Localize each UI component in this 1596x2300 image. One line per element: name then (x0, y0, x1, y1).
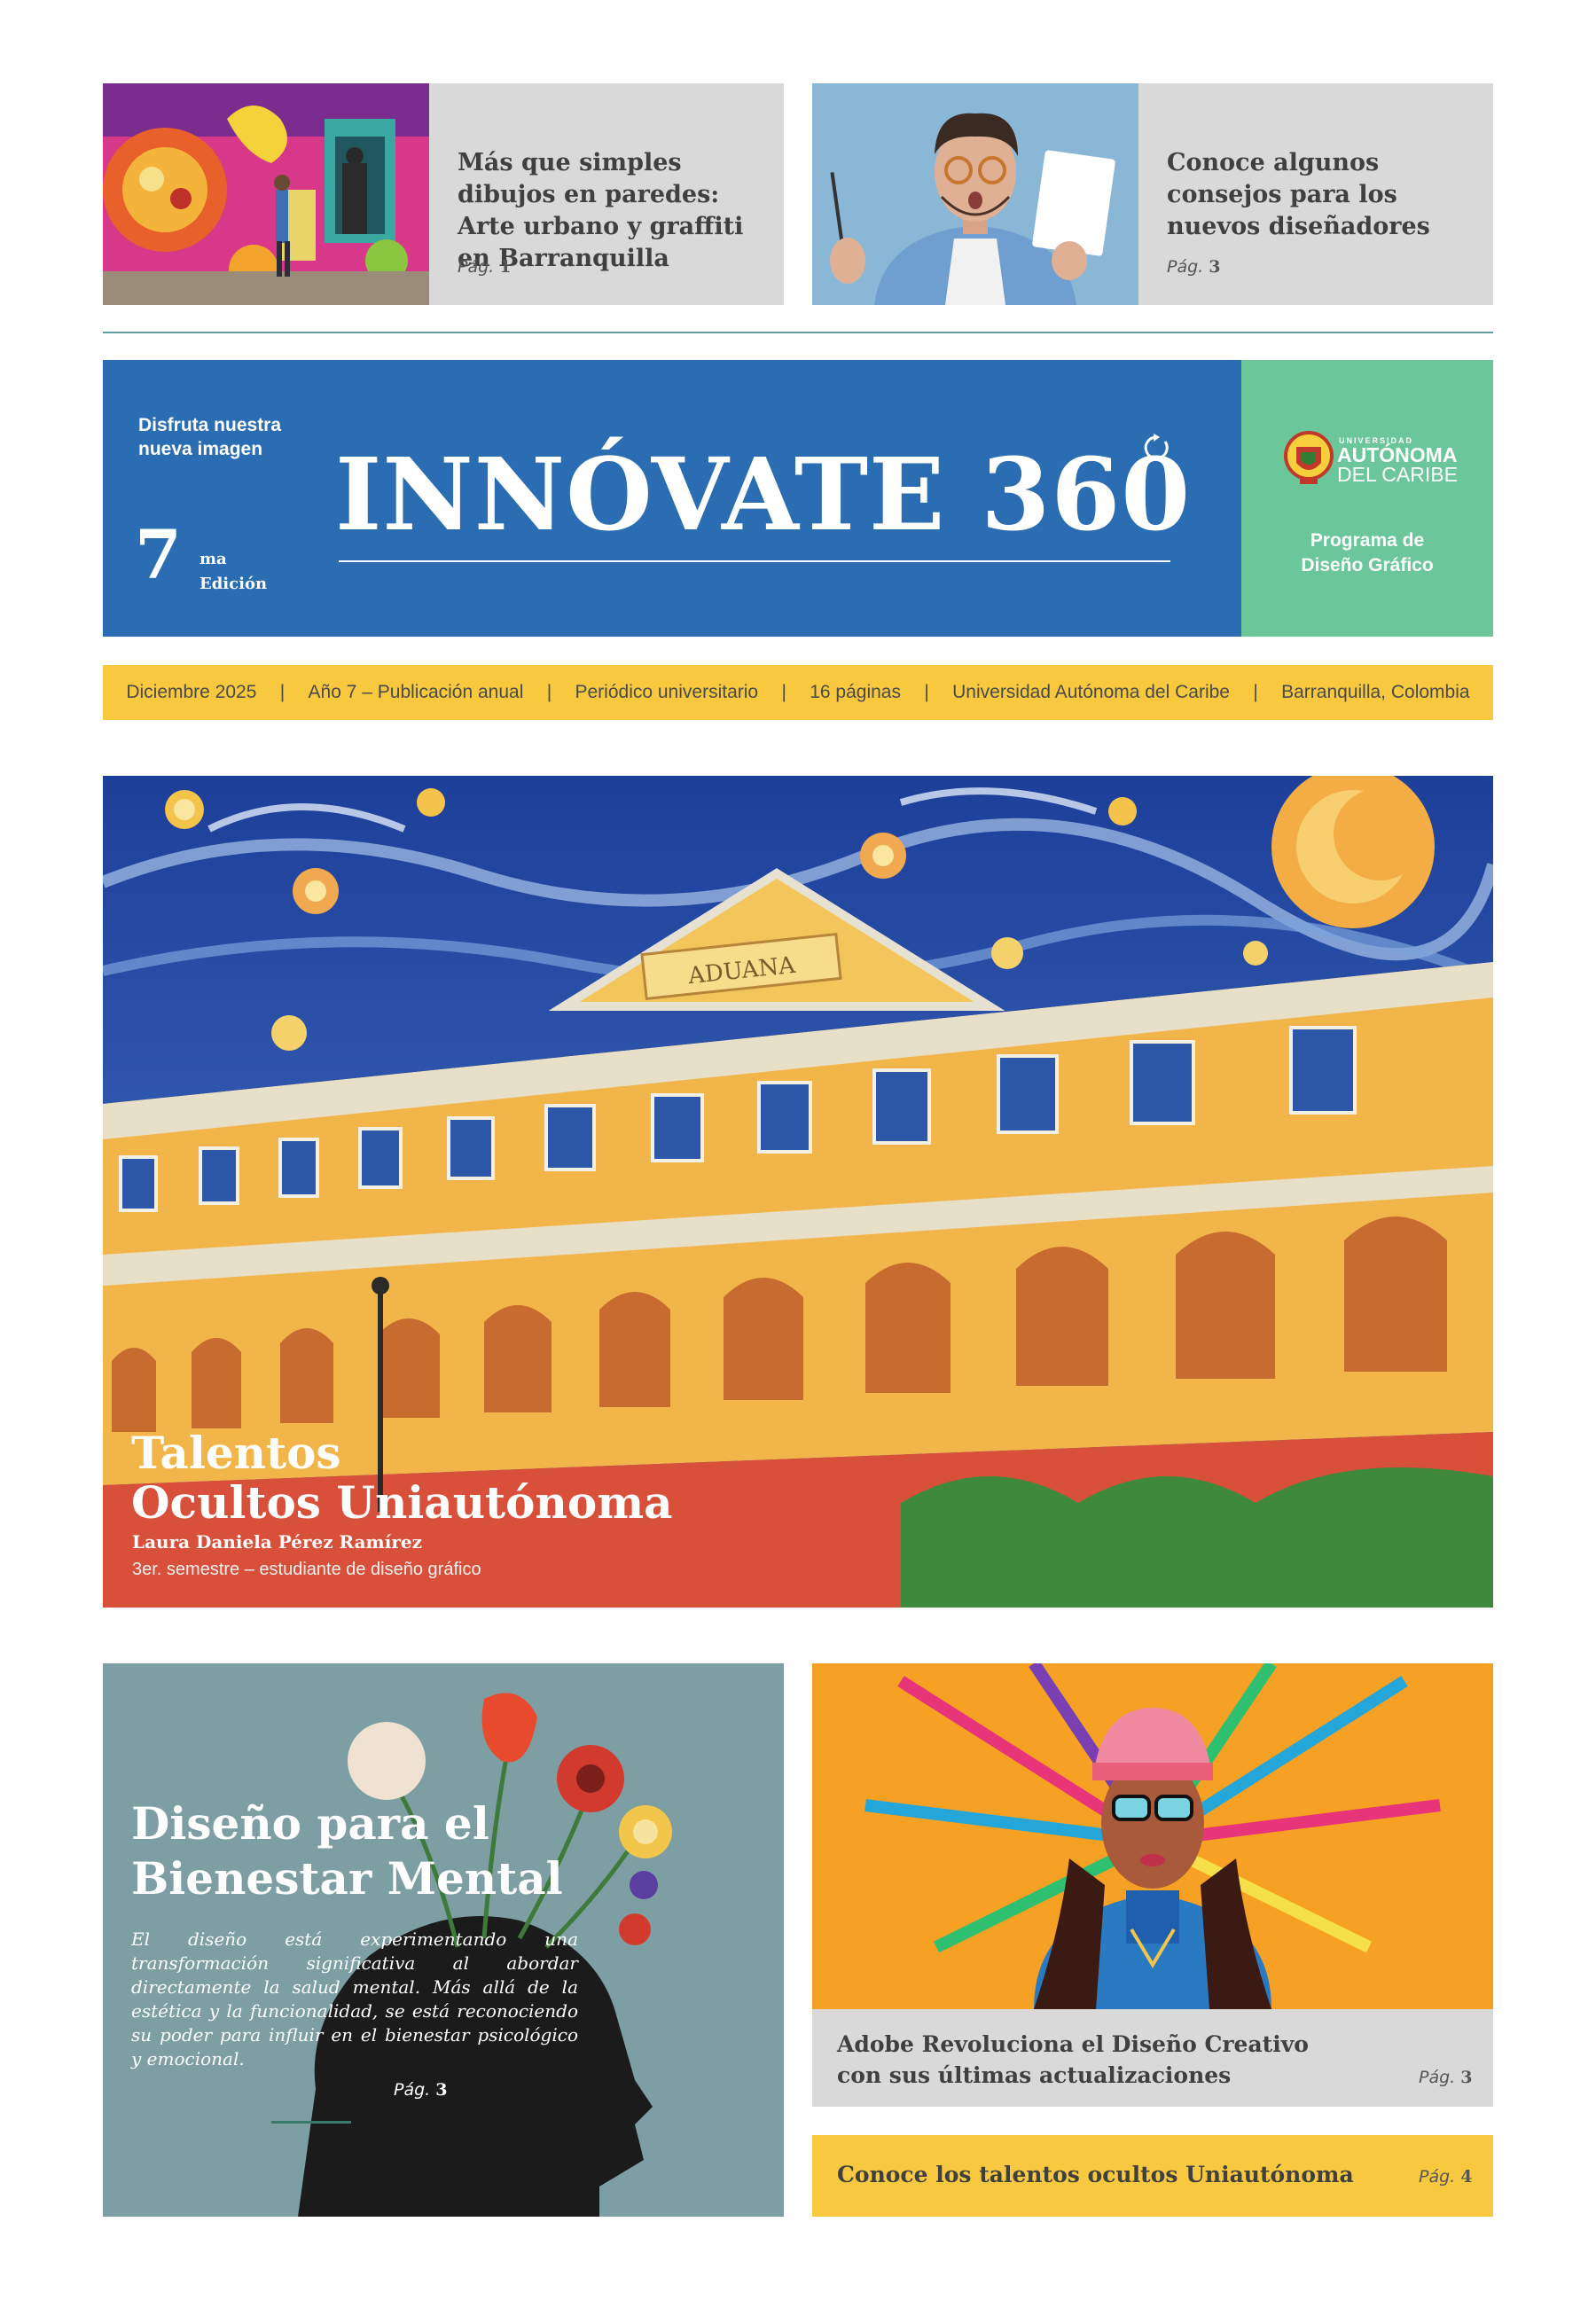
info-year: Año 7 – Publicación anual (308, 682, 524, 702)
urban-art-photo (103, 83, 429, 305)
hero-feature[interactable]: ADUANA Talentos Ocultos Uniautónoma Laur… (103, 776, 1493, 1608)
info-separator: | (546, 682, 552, 702)
program-name: Programa de Diseño Gráfico (1301, 530, 1434, 575)
article-card-mental-wellbeing[interactable]: Diseño para el Bienestar Mental El diseñ… (103, 1663, 784, 2217)
talents-title: Conoce los talentos ocultos Uniautónoma (837, 2162, 1354, 2187)
teaser-page-ref: Pág. 1 (458, 257, 512, 277)
teaser-page-ref: Pág. 3 (1167, 257, 1221, 277)
talents-page-ref: Pág. 4 (1419, 2167, 1473, 2187)
masthead-title: INNÓVATE 360 (335, 437, 1192, 553)
edition-label: Edición (200, 575, 268, 593)
wellbeing-page-ref: Pág. 3 (394, 2080, 448, 2100)
teaser-title: Conoce algunos consejos para los nuevos … (1167, 149, 1430, 240)
adobe-page-ref: Pág. 3 (1419, 2068, 1473, 2087)
publication-info-bar: Diciembre 2025 | Año 7 – Publicación anu… (103, 665, 1493, 720)
info-separator: | (924, 682, 929, 702)
edition-number: 7 (135, 515, 182, 594)
hero-author: Laura Daniela Pérez Ramírez (132, 1531, 422, 1553)
designer-photo (812, 83, 1138, 305)
article-card-adobe[interactable]: Adobe Revoluciona el Diseño Creativo con… (812, 2009, 1493, 2107)
hero-title: Talentos Ocultos Uniautónoma (131, 1427, 673, 1529)
masthead: Disfruta nuestra nueva imagen 7 ma Edici… (103, 360, 1241, 637)
teaser-card-urban-art[interactable]: Más que simples dibujos en paredes: Arte… (103, 83, 784, 305)
edition-suffix: ma (200, 550, 227, 568)
info-separator: | (781, 682, 786, 702)
title-underline (339, 560, 1170, 562)
info-separator: | (279, 682, 286, 702)
university-panel: UNIVERSIDAD AUTÓNOMA DEL CARIBE Programa… (1241, 360, 1493, 637)
info-university: Universidad Autónoma del Caribe (952, 682, 1230, 702)
article-card-talents[interactable]: Conoce los talentos ocultos Uniautónoma … (812, 2135, 1493, 2217)
hero-author-role: 3er. semestre – estudiante de diseño grá… (132, 1560, 481, 1579)
wellbeing-summary: El diseño está experimentando una transf… (131, 1928, 578, 2069)
university-crest-icon (1284, 429, 1334, 491)
teaser-card-designer-tips[interactable]: Conoce algunos consejos para los nuevos … (812, 83, 1493, 305)
info-type: Periódico universitario (575, 682, 759, 702)
refresh-icon (1140, 433, 1170, 466)
info-date: Diciembre 2025 (126, 682, 257, 702)
info-separator: | (1253, 682, 1258, 702)
adobe-title: Adobe Revoluciona el Diseño Creativo con… (837, 2031, 1309, 2088)
section-divider (103, 332, 1493, 333)
adobe-illustration (812, 1663, 1493, 2009)
teaser-title: Más que simples dibujos en paredes: Arte… (458, 149, 744, 272)
wellbeing-title: Diseño para el Bienestar Mental (131, 1797, 563, 1905)
university-name-line2: DEL CARIBE (1337, 463, 1458, 486)
info-location: Barranquilla, Colombia (1281, 682, 1470, 702)
masthead-tagline: Disfruta nuestra nueva imagen (138, 415, 282, 459)
university-name-line1: AUTÓNOMA (1337, 443, 1458, 466)
info-pages: 16 páginas (810, 682, 901, 702)
